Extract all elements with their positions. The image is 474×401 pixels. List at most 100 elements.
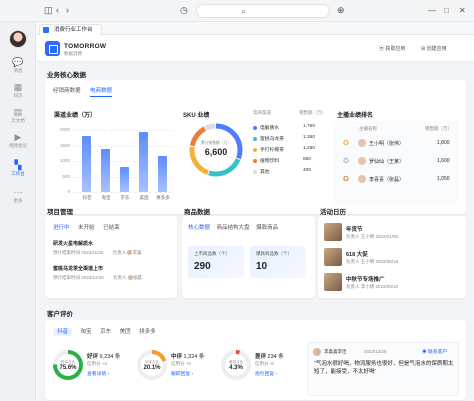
gridline	[74, 130, 172, 131]
sidebar-item-video[interactable]: ▶ 视频会议	[0, 132, 36, 156]
legend-item: 植物饮料 850	[253, 157, 311, 164]
review-stat-2: 差评占比 4.3% 差评 234 条信用分 -8 指引回复 ›	[221, 342, 296, 392]
legend-value: 1,250	[303, 146, 316, 151]
rank-row[interactable]: ✪ 王小明（张伟） 1,800	[339, 139, 454, 151]
sku-donut-value: 6,600	[204, 147, 228, 157]
review-stat-1: 中评占比 20.1% 中评 1,324 条信用分 +0 跟踪回复 ›	[137, 342, 212, 392]
activity-name: 中秋节专场推广	[346, 277, 385, 283]
sidebar-item-workbench[interactable]: ▚ 工作台	[0, 160, 36, 184]
review-link[interactable]: 查看详情 ›	[87, 370, 109, 377]
tab-dealer-data[interactable]: 经销商数据	[53, 86, 81, 96]
bar-美团[interactable]	[139, 131, 148, 192]
review-count: 差评 234 条	[255, 354, 284, 360]
tab-taobao[interactable]: 淘宝	[81, 329, 92, 335]
legend-dot	[253, 136, 257, 141]
docs-icon: ▤	[13, 107, 23, 117]
rank-header-name: 主播名称	[359, 126, 377, 131]
sidebar-item-more[interactable]: ··· 更多	[0, 187, 36, 211]
kpi-listed-products[interactable]: 上市商品数（个） 290	[188, 246, 244, 278]
bar-抖音[interactable]	[82, 136, 91, 192]
section-title-product: 商品数据	[184, 209, 210, 216]
review-quote-card: 李喜喜李佳 2022/12/26 ◉ 联系客户 “气泡水很好喝，物流服务也很好，…	[307, 342, 459, 396]
tab-not-started[interactable]: 未开始	[78, 225, 95, 231]
close-icon[interactable]: ✕	[459, 6, 466, 15]
review-ring: 中评占比 20.1%	[137, 350, 167, 380]
activity-date: 负责人 李小明 2022/09/10	[346, 284, 399, 289]
tab-douyin[interactable]: 抖音	[53, 328, 73, 336]
anchor-sales: 1,050	[437, 176, 450, 182]
anchor-sales: 1,600	[437, 158, 450, 164]
tab-finished[interactable]: 已结束	[103, 225, 120, 231]
apps-icon: ▚	[14, 160, 22, 170]
tab-in-progress[interactable]: 进行中	[53, 225, 70, 231]
gridline	[74, 192, 172, 193]
sidebar-item-calendar[interactable]: ▦ 日历	[0, 82, 36, 106]
x-tick-label: 抖音	[82, 195, 92, 200]
legend-item: 其他 400	[253, 168, 311, 175]
get-app-button[interactable]: ▣ 获取应用	[379, 45, 405, 52]
review-ring: 好评占比 75.6%	[53, 350, 83, 380]
legend-value: 850	[303, 157, 312, 162]
search-input[interactable]: ⌕	[196, 4, 330, 18]
main-area: 消费行业工作台 TOMORROW 数据消费 ▣ 获取应用 ⊞ 创建应用 业务核心…	[37, 22, 474, 401]
x-tick-label: 淘宝	[101, 195, 111, 200]
legend-dot	[253, 147, 257, 152]
business-card: 经销商数据 电商数据 渠道业绩（万） 2000 1500 1000 500 0 抖音 淘宝 京…	[45, 80, 466, 214]
add-icon[interactable]: ⊕	[337, 5, 345, 16]
bar-拼多多[interactable]	[158, 156, 167, 192]
maximize-icon[interactable]: □	[444, 6, 449, 15]
y-tick-label: 0	[67, 189, 70, 194]
project-card: 进行中 未开始 已结束 研发火星电解质水 预计结束时间 2022/11/20 负…	[45, 216, 177, 298]
review-credit: 信用分 +0	[171, 361, 191, 366]
tab-meituan[interactable]: 美团	[120, 329, 131, 335]
bar-京东[interactable]	[120, 167, 129, 192]
section-title-activity: 活动日历	[320, 209, 346, 216]
sidebar-toggle-icon[interactable]: ◫	[44, 5, 53, 16]
project-item[interactable]: 蜜桃乌龙茶全渠道上市 预计结束时间 2022/12/20 负责人 张晨	[53, 265, 171, 281]
section-title-business: 业务核心数据	[47, 72, 86, 79]
create-app-button[interactable]: ⊞ 创建应用	[421, 45, 447, 52]
activity-item[interactable]: 618 大促 负责人 王小明 2022/06/18	[324, 248, 460, 268]
tab-structure[interactable]: 商品结构大盘	[217, 225, 250, 231]
sidebar-item-docs[interactable]: ▤ 云文档	[0, 107, 36, 131]
review-count: 中评 1,324 条	[171, 354, 205, 360]
search-icon: ⌕	[241, 6, 247, 16]
product-card: 核心数据 商品结构大盘 爆款商品 上市商品数（个） 290 爆款商品数（个） 1…	[182, 216, 315, 298]
rank-row[interactable]: ✪ 李喜喜（张磊） 1,050	[339, 175, 454, 187]
sku-title: SKU 业绩	[183, 113, 210, 119]
legend-name: 蜜桃乌龙茶	[260, 137, 284, 142]
contact-customer-button[interactable]: ◉ 联系客户	[422, 348, 447, 355]
tab-jd[interactable]: 京东	[100, 329, 111, 335]
tab-hot-products[interactable]: 爆款商品	[256, 225, 278, 231]
tab-core-data[interactable]: 核心数据	[188, 225, 210, 231]
reviewer-avatar	[313, 348, 321, 356]
tab-workbench[interactable]: 消费行业工作台	[39, 24, 102, 35]
review-pct: 75.6%	[59, 365, 77, 371]
avatar[interactable]	[9, 30, 27, 48]
anchor-name: 罗仙仙（王某）	[369, 159, 405, 165]
calendar-icon: ▦	[13, 82, 23, 92]
legend-value: 400	[303, 168, 312, 173]
review-link[interactable]: 跟踪回复 ›	[171, 370, 193, 377]
tab-ecommerce-data[interactable]: 电商数据	[90, 86, 113, 97]
minimize-icon[interactable]: —	[428, 6, 436, 15]
chat-icon: 💬	[12, 57, 24, 67]
sidebar-item-messages[interactable]: 💬 消息	[0, 57, 36, 81]
review-link[interactable]: 指引回复 ›	[255, 370, 277, 377]
bar-淘宝[interactable]	[101, 148, 110, 192]
back-icon[interactable]: ‹	[56, 5, 59, 16]
rank-row[interactable]: ✪ 罗仙仙（王某） 1,600	[339, 157, 454, 169]
legend-name: 电解质水	[260, 126, 280, 131]
history-icon[interactable]: ◷	[180, 5, 188, 16]
legend-dot	[253, 125, 257, 130]
activity-item[interactable]: 年货节 负责人 王小明 2022/01/05	[324, 223, 460, 243]
review-pct: 4.3%	[229, 365, 243, 371]
project-item[interactable]: 研发火星电解质水 预计结束时间 2022/11/20 负责人 李喜	[53, 240, 171, 256]
forward-icon[interactable]: ›	[66, 5, 69, 16]
title-bar: ◫ ‹ › ◷ ⌕ ⊕ — □ ✕	[0, 0, 474, 22]
tab-pinduoduo[interactable]: 拼多多	[139, 329, 156, 335]
section-title-reviews: 客户评价	[47, 311, 73, 318]
activity-item[interactable]: 中秋节专场推广 负责人 李小明 2022/09/10	[324, 273, 460, 293]
kpi-hot-products[interactable]: 爆款商品数（个） 10	[250, 246, 306, 278]
legend-value: 1,350	[303, 135, 316, 140]
